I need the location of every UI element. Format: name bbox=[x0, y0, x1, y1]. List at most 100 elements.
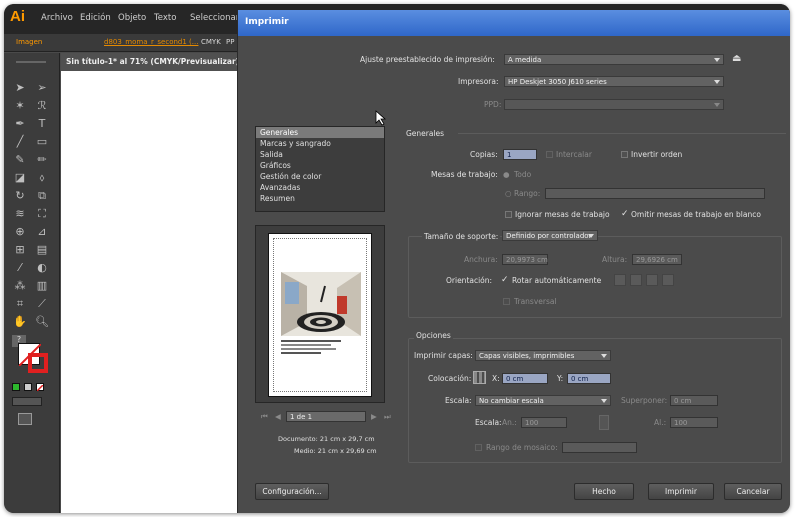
perspective-icon[interactable]: ⊿ bbox=[32, 223, 52, 240]
scale-h-input[interactable]: 100 bbox=[670, 417, 718, 428]
graph-tool-icon[interactable]: ▥ bbox=[32, 277, 52, 294]
shape-builder-icon[interactable]: ⊕ bbox=[10, 223, 30, 240]
prev-page-icon[interactable]: ◀ bbox=[275, 412, 281, 421]
ppd-select[interactable] bbox=[504, 99, 724, 110]
rectangle-tool-icon[interactable]: ▭ bbox=[32, 133, 52, 150]
scale-w-input[interactable]: 100 bbox=[521, 417, 567, 428]
landscape-flipped-icon[interactable] bbox=[662, 274, 674, 286]
transverse-checkbox[interactable] bbox=[503, 298, 510, 305]
preview-page bbox=[268, 233, 372, 397]
mesh-icon[interactable]: ⊞ bbox=[10, 241, 30, 258]
reference-point-icon[interactable] bbox=[473, 371, 486, 384]
done-button[interactable]: Hecho bbox=[574, 483, 634, 500]
collate-checkbox[interactable] bbox=[546, 151, 553, 158]
category-resumen[interactable]: Resumen bbox=[256, 193, 384, 204]
zoom-tool-icon[interactable]: 🔍︎ bbox=[32, 313, 52, 330]
eraser-icon[interactable]: ⬨ bbox=[32, 169, 52, 186]
ppd-label: PPD: bbox=[484, 100, 502, 109]
gradient-icon[interactable]: ▤ bbox=[32, 241, 52, 258]
auto-rotate-check-icon[interactable]: ✓ bbox=[501, 275, 509, 285]
pen-tool-icon[interactable]: ✒ bbox=[10, 115, 30, 132]
category-generales[interactable]: Generales bbox=[256, 127, 384, 138]
symbol-sprayer-icon[interactable]: ⁂ bbox=[10, 277, 30, 294]
category-avanzadas[interactable]: Avanzadas bbox=[256, 182, 384, 193]
category-gestion-color[interactable]: Gestión de color bbox=[256, 171, 384, 182]
lasso-icon[interactable]: ℛ bbox=[32, 97, 52, 114]
linked-file-link[interactable]: d803_moma_r_second1 (... bbox=[104, 38, 198, 46]
menu-archivo[interactable]: Archivo bbox=[41, 13, 73, 23]
skip-blank-check-icon[interactable]: ✓ bbox=[621, 209, 629, 219]
paintbrush-icon[interactable]: ✎ bbox=[10, 151, 30, 168]
preview-photo bbox=[281, 272, 361, 336]
overlap-input[interactable]: 0 cm bbox=[670, 395, 718, 406]
print-layers-select[interactable]: Capas visibles, imprimibles bbox=[475, 350, 611, 361]
preset-label: Ajuste preestablecido de impresión: bbox=[360, 55, 495, 64]
scale-icon[interactable]: ⧉ bbox=[32, 187, 52, 204]
y-input[interactable]: 0 cm bbox=[567, 373, 611, 384]
chevron-down-icon bbox=[601, 354, 607, 358]
height-input[interactable]: 29,6926 cm bbox=[632, 254, 682, 265]
cancel-button[interactable]: Cancelar bbox=[724, 483, 782, 500]
menu-seleccionar[interactable]: Seleccionar bbox=[190, 13, 239, 23]
eyedropper-icon[interactable]: ⁄ bbox=[10, 259, 30, 276]
page-number-field[interactable]: 1 de 1 bbox=[286, 411, 366, 422]
gradient-mode-icon[interactable] bbox=[24, 383, 32, 391]
setup-button[interactable]: Configuración... bbox=[255, 483, 329, 500]
printer-select[interactable]: HP Deskjet 3050 J610 series bbox=[504, 76, 724, 87]
none-mode-icon[interactable] bbox=[36, 383, 44, 392]
line-tool-icon[interactable]: ╱ bbox=[10, 133, 30, 150]
portrait-icon[interactable] bbox=[614, 274, 626, 286]
ignore-artboards-checkbox[interactable] bbox=[505, 211, 512, 218]
menu-texto[interactable]: Texto bbox=[154, 13, 176, 23]
last-page-icon[interactable]: ⏭ bbox=[384, 412, 391, 422]
menu-edicion[interactable]: Edición bbox=[80, 13, 111, 23]
free-transform-icon[interactable]: ⛶ bbox=[32, 205, 52, 222]
slice-tool-icon[interactable]: ⟋ bbox=[32, 295, 52, 312]
preset-select[interactable]: A medida bbox=[504, 54, 724, 65]
first-page-icon[interactable]: ⏮ bbox=[261, 412, 268, 422]
scale-label: Escala: bbox=[475, 418, 502, 427]
rotate-icon[interactable]: ↻ bbox=[10, 187, 30, 204]
category-salida[interactable]: Salida bbox=[256, 149, 384, 160]
screen-mode-icon[interactable] bbox=[18, 413, 32, 425]
tile-range-checkbox[interactable] bbox=[475, 444, 482, 451]
link-proportions-icon[interactable] bbox=[599, 415, 609, 430]
artboard-tool-icon[interactable]: ⌗ bbox=[10, 295, 30, 312]
hand-tool-icon[interactable]: ✋ bbox=[10, 313, 30, 330]
document-tab[interactable]: Sin título-1* al 71% (CMYK/Previsualizar… bbox=[61, 53, 241, 71]
range-radio-icon[interactable]: ○ bbox=[505, 189, 512, 198]
category-marcas[interactable]: Marcas y sangrado bbox=[256, 138, 384, 149]
warp-icon[interactable]: ≋ bbox=[10, 205, 30, 222]
pencil-icon[interactable]: ✏ bbox=[32, 151, 52, 168]
orientation-label: Orientación: bbox=[446, 276, 493, 285]
direct-selection-icon[interactable]: ➢ bbox=[32, 79, 52, 96]
type-tool-icon[interactable]: T bbox=[32, 115, 52, 132]
scaling-select[interactable]: No cambiar escala bbox=[475, 395, 611, 406]
x-input[interactable]: 0 cm bbox=[502, 373, 548, 384]
chevron-down-icon bbox=[714, 80, 720, 84]
landscape-icon[interactable] bbox=[630, 274, 642, 286]
next-page-icon[interactable]: ▶ bbox=[371, 412, 377, 421]
color-mode-icon[interactable] bbox=[12, 383, 20, 391]
portrait-flipped-icon[interactable] bbox=[646, 274, 658, 286]
copies-input[interactable]: 1 bbox=[503, 149, 537, 160]
range-input[interactable] bbox=[545, 188, 765, 199]
stroke-swatch[interactable] bbox=[28, 353, 48, 373]
print-button[interactable]: Imprimir bbox=[648, 483, 714, 500]
width-input[interactable]: 20,9973 cm bbox=[502, 254, 548, 265]
save-preset-icon[interactable]: ⏏ bbox=[732, 53, 744, 65]
tile-range-input[interactable] bbox=[562, 442, 637, 453]
blend-icon[interactable]: ◐ bbox=[32, 259, 52, 276]
blob-brush-icon[interactable]: ◪ bbox=[10, 169, 30, 186]
reverse-order-checkbox[interactable] bbox=[621, 151, 628, 158]
category-graficos[interactable]: Gráficos bbox=[256, 160, 384, 171]
draw-mode-icons[interactable] bbox=[12, 397, 42, 406]
tile-range-label: Rango de mosaico: bbox=[486, 443, 558, 452]
media-size-select[interactable]: Definido por controlador bbox=[502, 230, 598, 241]
selection-tool-icon[interactable]: ➤ bbox=[10, 79, 30, 96]
category-list: Generales Marcas y sangrado Salida Gráfi… bbox=[255, 126, 385, 212]
artboard-canvas[interactable] bbox=[61, 71, 241, 513]
menu-objeto[interactable]: Objeto bbox=[118, 13, 146, 23]
all-radio-icon[interactable]: ● bbox=[503, 170, 510, 179]
magic-wand-icon[interactable]: ✶ bbox=[10, 97, 30, 114]
